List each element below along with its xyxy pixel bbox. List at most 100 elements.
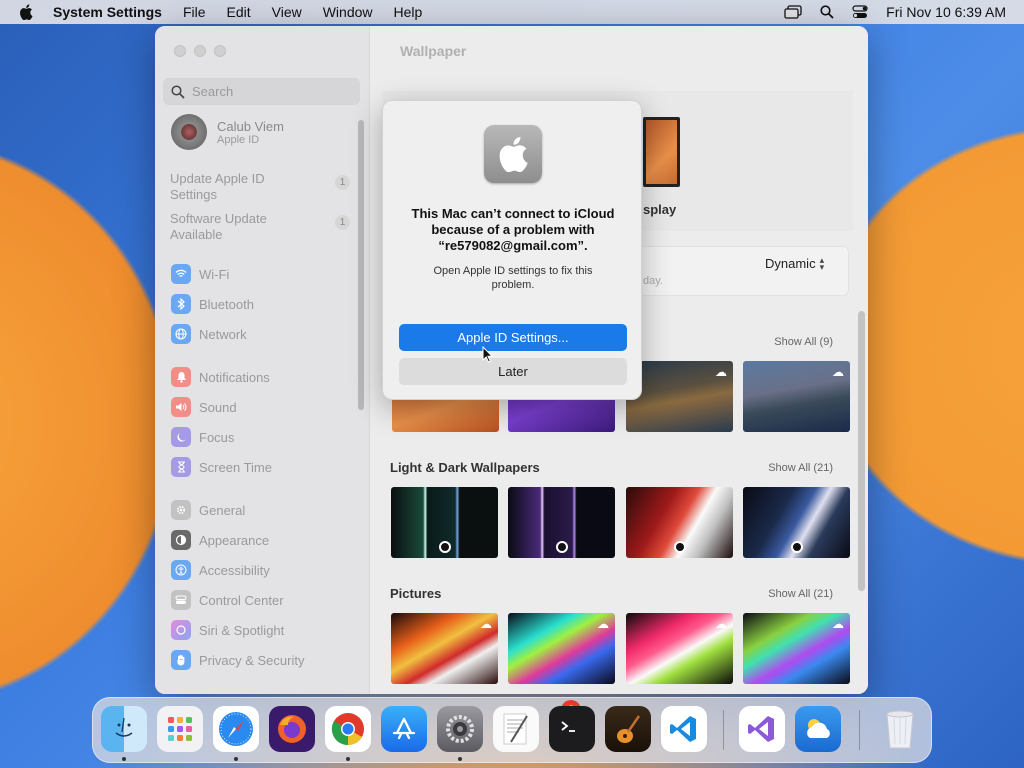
- dock-launchpad[interactable]: [157, 706, 203, 752]
- sidebar-item-focus[interactable]: Focus: [171, 426, 234, 448]
- apple-menu-icon[interactable]: [19, 4, 35, 20]
- wallpaper-thumbnail[interactable]: [626, 487, 733, 558]
- spotlight-search-icon[interactable]: [820, 5, 834, 19]
- sidebar-item-accessibility[interactable]: Accessibility: [171, 559, 270, 581]
- search-input[interactable]: Search: [163, 78, 360, 105]
- sidebar-item-label: Screen Time: [199, 459, 272, 475]
- later-button[interactable]: Later: [399, 358, 627, 385]
- dock-separator: [859, 710, 860, 750]
- sidebar-item-screen-time[interactable]: Screen Time: [171, 456, 272, 478]
- show-all-pictures-link[interactable]: Show All (21): [768, 588, 833, 600]
- wallpaper-thumbnail[interactable]: ☁: [743, 613, 850, 684]
- dock: 2: [92, 697, 932, 763]
- textedit-icon: [503, 713, 528, 745]
- sidebar-item-privacy-security[interactable]: Privacy & Security: [171, 649, 304, 671]
- wallpaper-thumbnail[interactable]: ☁: [391, 613, 498, 684]
- sidebar-item-label: Wi-Fi: [199, 266, 230, 282]
- file-menu[interactable]: File: [183, 4, 206, 20]
- firefox-icon: [278, 715, 306, 743]
- gear-icon: [446, 715, 474, 743]
- wallpaper-thumbnail[interactable]: ☁: [626, 613, 733, 684]
- notice-label: Software Update Available: [170, 211, 267, 242]
- sidebar: Search Calub Viem Apple ID Update Apple …: [155, 26, 370, 694]
- wallpaper-thumbnail[interactable]: ☁: [743, 361, 850, 432]
- sidebar-item-bluetooth[interactable]: Bluetooth: [171, 293, 254, 315]
- app-store-icon: [392, 717, 416, 740]
- sidebar-item-siri-spotlight[interactable]: Siri & Spotlight: [171, 619, 284, 641]
- wallpaper-thumbnail[interactable]: ☁: [626, 361, 733, 432]
- sidebar-item-label: Bluetooth: [199, 296, 254, 312]
- wallpaper-thumbnail[interactable]: [743, 487, 850, 558]
- menu-bar-clock[interactable]: Fri Nov 10 6:39 AM: [886, 4, 1006, 20]
- hand-icon: [171, 650, 191, 670]
- download-cloud-icon[interactable]: ☁: [715, 365, 727, 379]
- dock-system-settings[interactable]: [437, 706, 483, 752]
- sidebar-item-apple-id[interactable]: Calub Viem Apple ID: [171, 114, 284, 150]
- sidebar-notice-update-apple-id[interactable]: Update Apple ID Settings 1: [170, 171, 350, 203]
- dock-separator: [723, 710, 724, 750]
- show-all-light-dark-link[interactable]: Show All (21): [768, 462, 833, 474]
- finder-icon: [115, 717, 133, 737]
- wallpaper-thumbnail[interactable]: ☁: [508, 613, 615, 684]
- edit-menu[interactable]: Edit: [227, 4, 251, 20]
- dock-trash[interactable]: [877, 706, 923, 752]
- dynamic-select[interactable]: Dynamic ▴ ▾: [765, 255, 824, 271]
- dock-weather[interactable]: [795, 706, 841, 752]
- sidebar-item-control-center[interactable]: Control Center: [171, 589, 284, 611]
- hourglass-icon: [171, 457, 191, 477]
- sidebar-notice-software-update[interactable]: Software Update Available 1: [170, 211, 350, 243]
- dock-safari[interactable]: [213, 706, 259, 752]
- sidebar-item-label: Privacy & Security: [199, 652, 305, 668]
- dock-textedit[interactable]: [493, 706, 539, 752]
- app-name-menu[interactable]: System Settings: [53, 4, 162, 20]
- download-cloud-icon[interactable]: ☁: [597, 617, 609, 631]
- current-wallpaper-preview: [643, 117, 680, 187]
- window-controls: [174, 45, 226, 57]
- wallpaper-thumbnail[interactable]: [508, 487, 615, 558]
- sidebar-item-appearance[interactable]: Appearance: [171, 529, 269, 551]
- dock-app-store[interactable]: [381, 706, 427, 752]
- menu-bar: System Settings File Edit View Window He…: [0, 0, 1024, 24]
- minimize-window-button[interactable]: [194, 45, 206, 57]
- dock-chrome[interactable]: [325, 706, 371, 752]
- dock-firefox[interactable]: [269, 706, 315, 752]
- help-menu[interactable]: Help: [394, 4, 423, 20]
- dynamic-select-value: Dynamic: [765, 256, 816, 271]
- sidebar-item-notifications[interactable]: Notifications: [171, 366, 270, 388]
- download-cloud-icon[interactable]: ☁: [832, 617, 844, 631]
- icloud-alert-dialog: This Mac can’t connect to iCloud because…: [382, 100, 642, 400]
- screen-mirroring-icon[interactable]: [784, 5, 802, 19]
- control-center-icon[interactable]: [852, 5, 868, 19]
- sidebar-item-wifi[interactable]: Wi-Fi: [171, 263, 229, 285]
- sidebar-item-label: Accessibility: [199, 562, 270, 578]
- apple-id-settings-button[interactable]: Apple ID Settings...: [399, 324, 627, 351]
- dock-finder[interactable]: [101, 706, 147, 752]
- preview-display-label: splay: [643, 202, 677, 217]
- terminal-icon: [561, 721, 575, 732]
- download-cloud-icon[interactable]: ☁: [832, 365, 844, 379]
- launchpad-icon: [168, 717, 192, 741]
- download-cloud-icon[interactable]: ☁: [480, 617, 492, 631]
- sidebar-item-network[interactable]: Network: [171, 323, 247, 345]
- close-window-button[interactable]: [174, 45, 186, 57]
- wallpaper-thumbnail[interactable]: [391, 487, 498, 558]
- main-scrollbar[interactable]: [858, 311, 865, 591]
- sidebar-item-label: Network: [199, 326, 247, 342]
- appearance-icon: [171, 530, 191, 550]
- dock-vscode[interactable]: [661, 706, 707, 752]
- dock-visual-studio[interactable]: [739, 706, 785, 752]
- sidebar-item-label: Notifications: [199, 369, 270, 385]
- sidebar-item-general[interactable]: General: [171, 499, 245, 521]
- guitar-icon: [617, 715, 641, 743]
- chrome-icon: [331, 713, 364, 746]
- sidebar-scrollbar[interactable]: [358, 120, 364, 410]
- sidebar-item-sound[interactable]: Sound: [171, 396, 237, 418]
- dock-terminal[interactable]: [549, 706, 595, 752]
- network-icon: [171, 324, 191, 344]
- show-all-dynamic-link[interactable]: Show All (9): [774, 336, 833, 348]
- dock-garageband[interactable]: [605, 706, 651, 752]
- view-menu[interactable]: View: [272, 4, 302, 20]
- download-cloud-icon[interactable]: ☁: [715, 617, 727, 631]
- zoom-window-button[interactable]: [214, 45, 226, 57]
- window-menu[interactable]: Window: [323, 4, 373, 20]
